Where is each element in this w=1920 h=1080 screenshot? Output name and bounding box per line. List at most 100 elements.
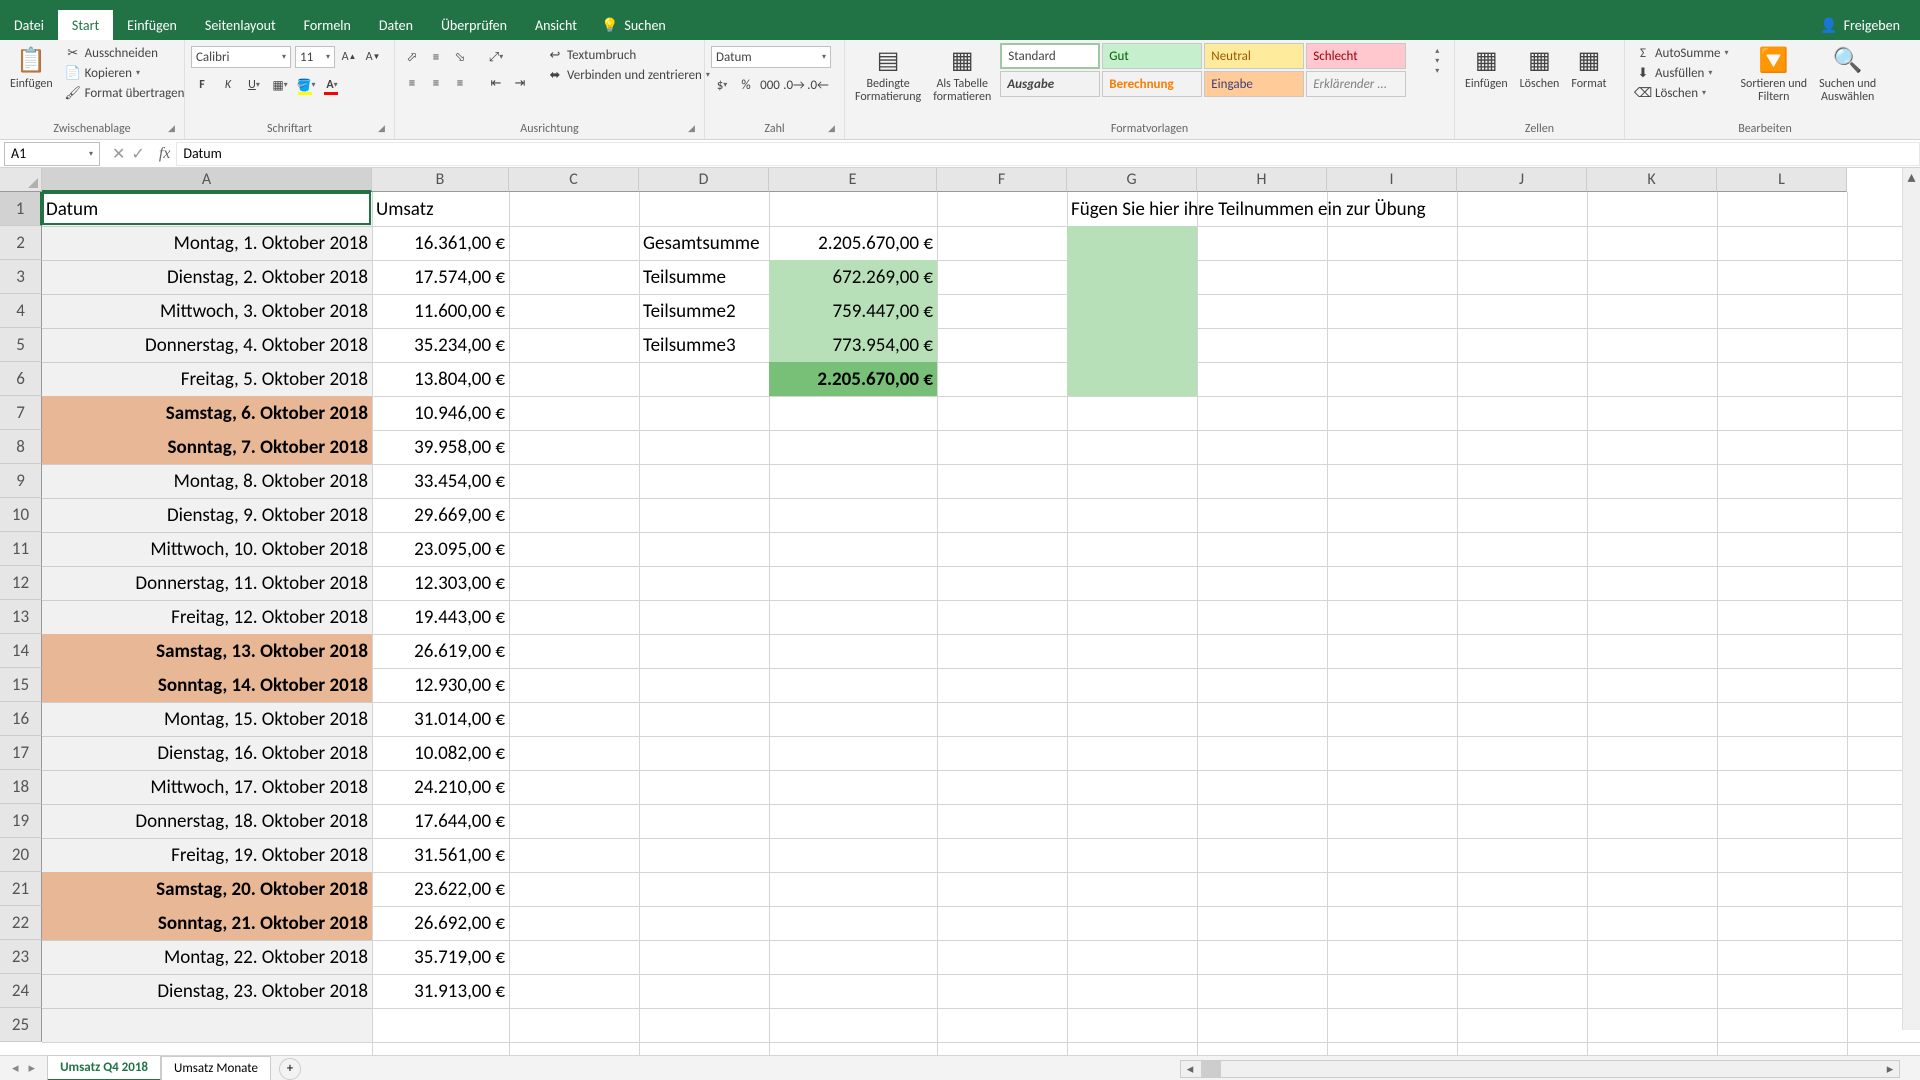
increase-font-button[interactable]: A▲ xyxy=(339,47,359,67)
worksheet-grid[interactable]: ABCDEFGHIJKL 123456789101112131415161718… xyxy=(0,168,1920,1055)
cell-A24[interactable]: Dienstag, 23. Oktober 2018 xyxy=(42,974,372,1008)
alignment-dialog-launcher[interactable]: ◢ xyxy=(688,123,700,135)
copy-button[interactable]: 📄Kopieren▾ xyxy=(61,64,189,82)
tab-einfuegen[interactable]: Einfügen xyxy=(113,10,191,40)
italic-button[interactable]: K xyxy=(217,74,239,96)
cell-B11[interactable]: 23.095,00 € xyxy=(372,532,509,566)
accounting-format-button[interactable]: $▾ xyxy=(711,74,733,96)
align-center-button[interactable]: ≡ xyxy=(425,72,447,94)
cell-B4[interactable]: 11.600,00 € xyxy=(372,294,509,328)
cell-G5[interactable] xyxy=(1067,328,1197,362)
format-painter-button[interactable]: 🖌Format übertragen xyxy=(61,84,189,102)
row-header-21[interactable]: 21 xyxy=(0,872,42,906)
row-header-17[interactable]: 17 xyxy=(0,736,42,770)
sort-filter-button[interactable]: 🔽Sortieren und Filtern xyxy=(1737,42,1812,106)
cell-B15[interactable]: 12.930,00 € xyxy=(372,668,509,702)
format-as-table-button[interactable]: ▦ Als Tabelle formatieren xyxy=(929,42,995,106)
style-ausgabe[interactable]: Ausgabe xyxy=(1000,71,1100,97)
clipboard-dialog-launcher[interactable]: ◢ xyxy=(168,123,180,135)
cell-B13[interactable]: 19.443,00 € xyxy=(372,600,509,634)
cell-B9[interactable]: 33.454,00 € xyxy=(372,464,509,498)
cell-G3[interactable] xyxy=(1067,260,1197,294)
cell-D2[interactable]: Gesamtsumme xyxy=(639,226,769,260)
sheet-nav-first[interactable]: ◂ xyxy=(12,1061,19,1076)
autosum-button[interactable]: ΣAutoSumme▾ xyxy=(1631,44,1733,62)
share-button[interactable]: 👤 Freigeben xyxy=(1800,10,1920,40)
thousands-format-button[interactable]: 000 xyxy=(759,74,781,96)
sheet-tab-other[interactable]: Umsatz Monate xyxy=(161,1056,271,1080)
style-schlecht[interactable]: Schlecht xyxy=(1306,43,1406,69)
column-header-I[interactable]: I xyxy=(1327,168,1457,192)
cut-button[interactable]: ✂Ausschneiden xyxy=(61,44,189,62)
tab-ueberpruefen[interactable]: Überprüfen xyxy=(427,10,521,40)
align-right-button[interactable]: ≡ xyxy=(449,72,471,94)
sheet-tab-active[interactable]: Umsatz Q4 2018 xyxy=(47,1055,161,1080)
cell-D3[interactable]: Teilsumme xyxy=(639,260,769,294)
tell-me-search[interactable]: 💡 Suchen xyxy=(591,10,676,40)
cell-B16[interactable]: 31.014,00 € xyxy=(372,702,509,736)
cell-B8[interactable]: 39.958,00 € xyxy=(372,430,509,464)
cell-styles-gallery[interactable]: Standard Gut Neutral Schlecht Ausgabe Be… xyxy=(999,42,1429,98)
font-dialog-launcher[interactable]: ◢ xyxy=(378,123,390,135)
accept-formula-button[interactable]: ✓ xyxy=(131,144,144,164)
bold-button[interactable]: F xyxy=(191,74,213,96)
cell-B24[interactable]: 31.913,00 € xyxy=(372,974,509,1008)
cell-D4[interactable]: Teilsumme2 xyxy=(639,294,769,328)
cell-E2[interactable]: 2.205.670,00 € xyxy=(769,226,937,260)
row-header-15[interactable]: 15 xyxy=(0,668,42,702)
align-top-button[interactable]: ⬀ xyxy=(401,46,423,68)
cell-G4[interactable] xyxy=(1067,294,1197,328)
row-header-18[interactable]: 18 xyxy=(0,770,42,804)
cell-E5[interactable]: 773.954,00 € xyxy=(769,328,937,362)
increase-indent-button[interactable]: ⇥ xyxy=(509,72,531,94)
cancel-formula-button[interactable]: ✕ xyxy=(112,144,125,164)
row-header-2[interactable]: 2 xyxy=(0,226,42,260)
cell-B22[interactable]: 26.692,00 € xyxy=(372,906,509,940)
cell-A6[interactable]: Freitag, 5. Oktober 2018 xyxy=(42,362,372,396)
name-box[interactable]: A1▾ xyxy=(4,142,100,166)
delete-cells-button[interactable]: ▦Löschen xyxy=(1516,42,1564,93)
row-header-4[interactable]: 4 xyxy=(0,294,42,328)
format-cells-button[interactable]: ▦Format xyxy=(1567,42,1610,93)
cell-A11[interactable]: Mittwoch, 10. Oktober 2018 xyxy=(42,532,372,566)
style-standard[interactable]: Standard xyxy=(1000,43,1100,69)
cell-E4[interactable]: 759.447,00 € xyxy=(769,294,937,328)
cell-E6[interactable]: 2.205.670,00 € xyxy=(769,362,937,396)
decrease-font-button[interactable]: A▼ xyxy=(363,47,383,67)
percent-format-button[interactable]: % xyxy=(735,74,757,96)
sheet-nav-last[interactable]: ▸ xyxy=(29,1061,36,1076)
merge-center-button[interactable]: ⬌Verbinden und zentrieren▾ xyxy=(543,66,714,84)
row-header-5[interactable]: 5 xyxy=(0,328,42,362)
tab-ansicht[interactable]: Ansicht xyxy=(521,10,591,40)
cell-A13[interactable]: Freitag, 12. Oktober 2018 xyxy=(42,600,372,634)
conditional-formatting-button[interactable]: ▤ Bedingte Formatierung xyxy=(851,42,925,106)
cell-B18[interactable]: 24.210,00 € xyxy=(372,770,509,804)
cell-A3[interactable]: Dienstag, 2. Oktober 2018 xyxy=(42,260,372,294)
cell-A22[interactable]: Sonntag, 21. Oktober 2018 xyxy=(42,906,372,940)
cell-B19[interactable]: 17.644,00 € xyxy=(372,804,509,838)
column-header-C[interactable]: C xyxy=(509,168,639,192)
clear-button[interactable]: ⌫Löschen▾ xyxy=(1631,84,1733,102)
paste-button[interactable]: 📋 Einfügen xyxy=(6,42,57,93)
tab-seitenlayout[interactable]: Seitenlayout xyxy=(191,10,290,40)
tab-formeln[interactable]: Formeln xyxy=(290,10,365,40)
row-header-14[interactable]: 14 xyxy=(0,634,42,668)
column-header-L[interactable]: L xyxy=(1717,168,1847,192)
font-color-button[interactable]: A▾ xyxy=(321,74,343,96)
cell-A9[interactable]: Montag, 8. Oktober 2018 xyxy=(42,464,372,498)
cell-G1[interactable]: Fügen Sie hier ihre Teilnummen ein zur Ü… xyxy=(1067,192,1717,226)
cell-B1[interactable]: Umsatz xyxy=(372,192,509,226)
row-header-3[interactable]: 3 xyxy=(0,260,42,294)
cell-B6[interactable]: 13.804,00 € xyxy=(372,362,509,396)
row-header-6[interactable]: 6 xyxy=(0,362,42,396)
tab-datei[interactable]: Datei xyxy=(0,10,58,40)
cell-B17[interactable]: 10.082,00 € xyxy=(372,736,509,770)
font-size-combo[interactable]: 11▾ xyxy=(295,46,335,68)
cell-A19[interactable]: Donnerstag, 18. Oktober 2018 xyxy=(42,804,372,838)
formula-bar[interactable]: Datum xyxy=(176,142,1920,166)
cell-A20[interactable]: Freitag, 19. Oktober 2018 xyxy=(42,838,372,872)
insert-cells-button[interactable]: ▦Einfügen xyxy=(1461,42,1512,93)
cell-B2[interactable]: 16.361,00 € xyxy=(372,226,509,260)
cell-A4[interactable]: Mittwoch, 3. Oktober 2018 xyxy=(42,294,372,328)
row-header-11[interactable]: 11 xyxy=(0,532,42,566)
